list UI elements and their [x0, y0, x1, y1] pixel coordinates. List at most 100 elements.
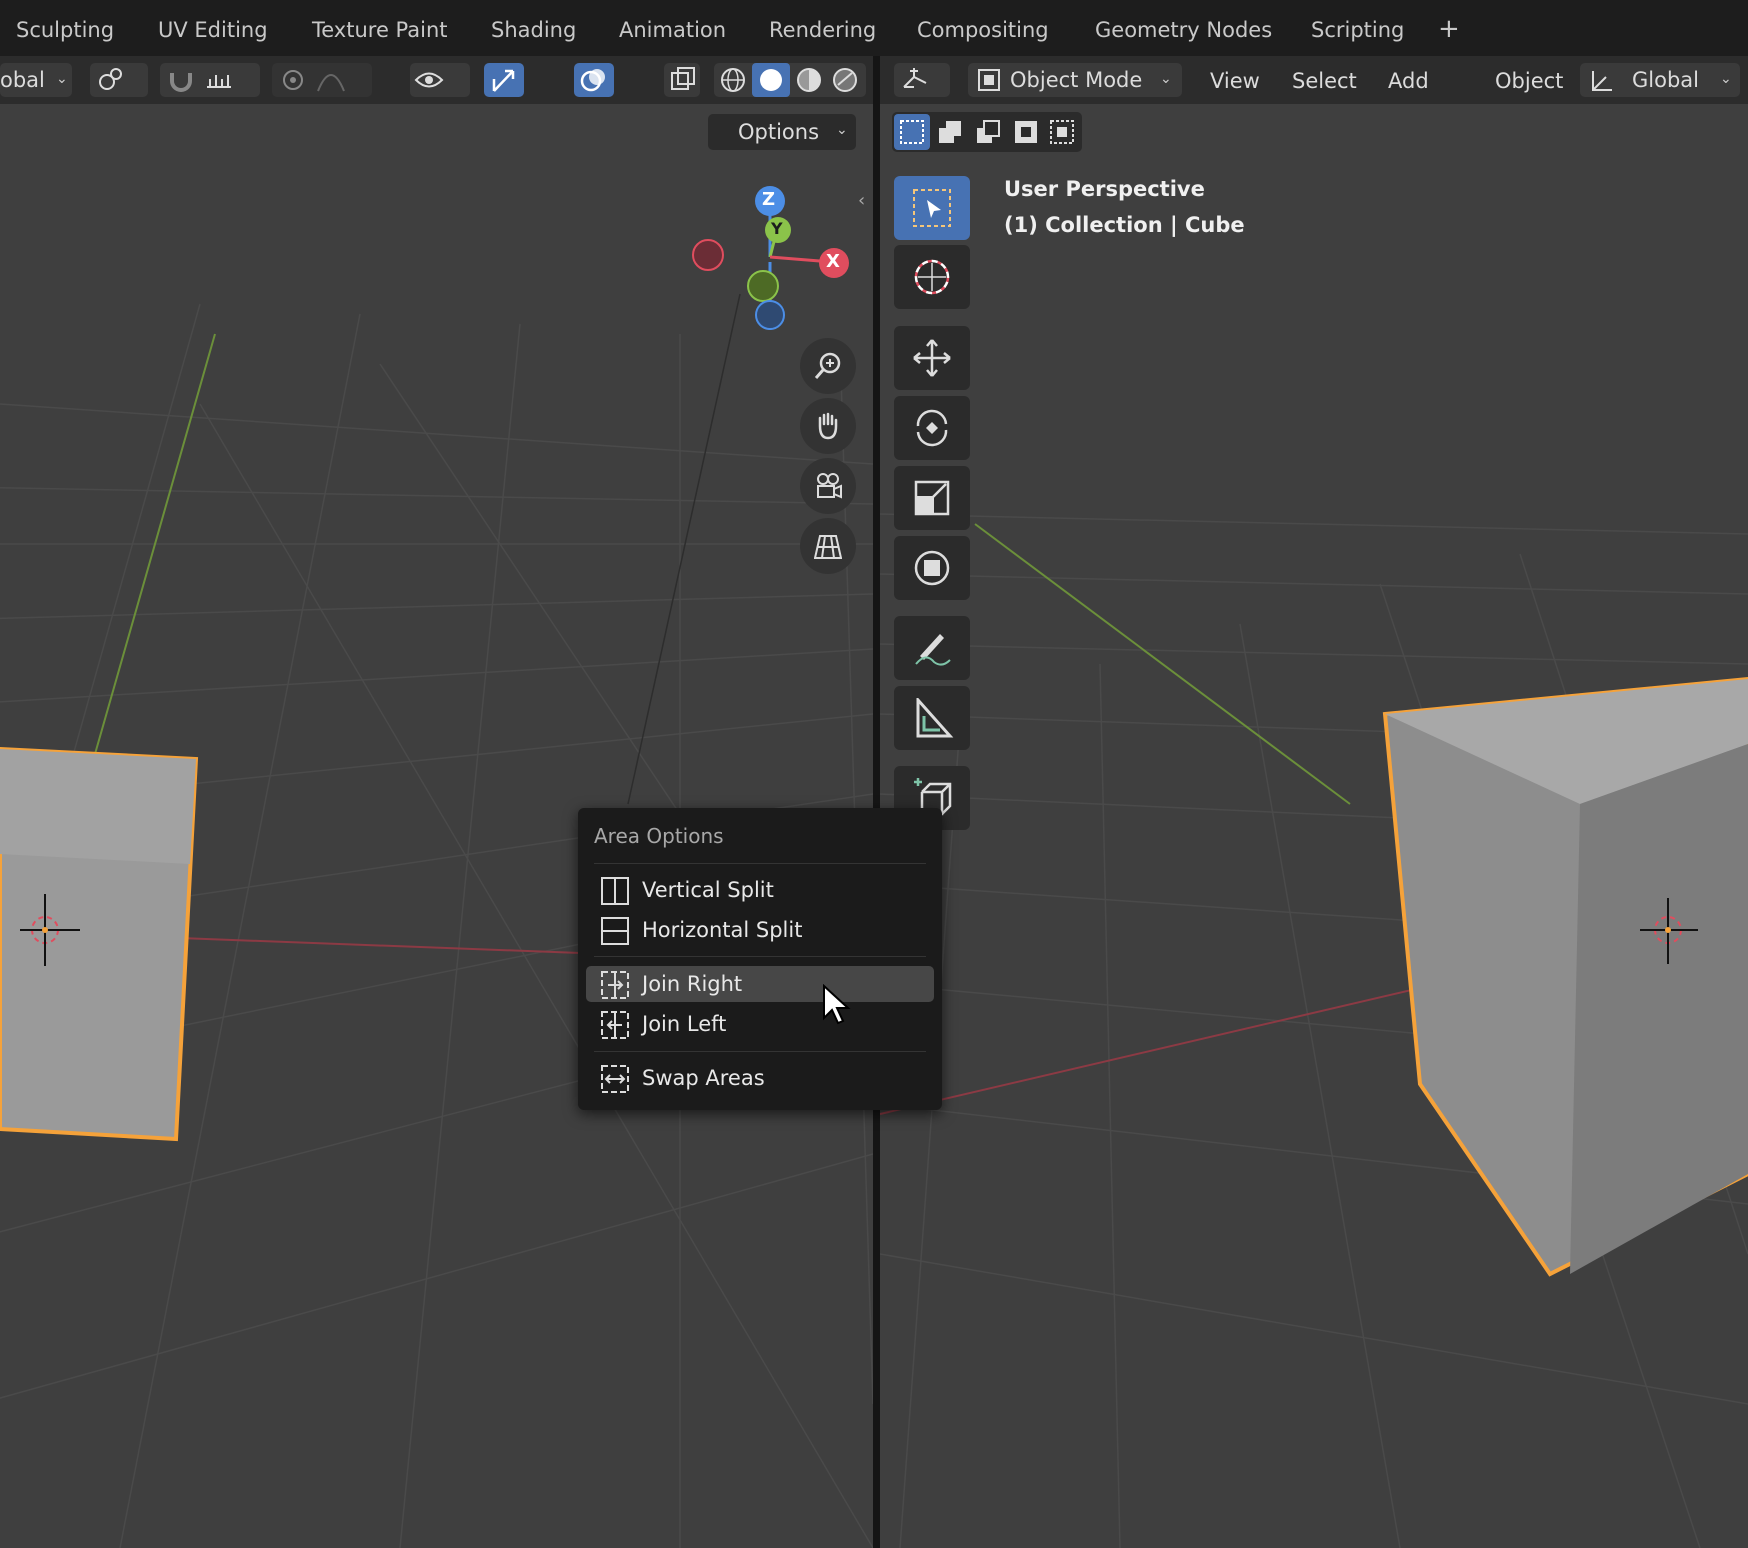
menu-item-label: Swap Areas	[642, 1066, 765, 1090]
join-right-icon	[601, 971, 629, 999]
pan-button[interactable]	[800, 398, 856, 454]
tool-cursor[interactable]	[894, 245, 970, 309]
proportional-edit[interactable]	[272, 63, 372, 97]
zoom-button[interactable]	[800, 338, 856, 394]
tab-texture-paint[interactable]: Texture Paint	[312, 18, 448, 42]
select-extend-icon[interactable]	[936, 118, 964, 146]
menu-add[interactable]: Add	[1388, 69, 1429, 93]
pivot-dropdown[interactable]	[90, 63, 148, 97]
gizmo-icon	[492, 69, 515, 92]
options-label: Options	[738, 120, 820, 144]
tab-scripting[interactable]: Scripting	[1311, 18, 1404, 42]
xray-toggle[interactable]	[664, 63, 700, 97]
add-workspace-button[interactable]: +	[1438, 14, 1460, 44]
options-dropdown[interactable]: Options ⌄	[708, 114, 856, 150]
menu-item-label: Join Right	[642, 972, 743, 996]
orientation-icon	[1592, 71, 1612, 91]
measure-icon	[916, 698, 954, 738]
chevron-down-icon: ⌄	[836, 122, 848, 138]
menu-item-join-right[interactable]: Join Right	[586, 966, 934, 1002]
menu-item-vertical-split[interactable]: Vertical Split	[586, 872, 934, 908]
tab-rendering[interactable]: Rendering	[769, 18, 876, 42]
mouse-pointer-icon	[823, 984, 851, 1025]
menu-item-label: Horizontal Split	[642, 918, 803, 942]
tool-annotate[interactable]	[894, 616, 970, 680]
tab-animation[interactable]: Animation	[619, 18, 726, 42]
orientation-dropdown[interactable]: obal ⌄	[0, 63, 72, 97]
falloff-icon	[317, 74, 345, 92]
xray-icon	[671, 67, 695, 90]
select-box-icon	[913, 189, 951, 227]
snap-toggle[interactable]	[160, 63, 260, 97]
tab-compositing[interactable]: Compositing	[917, 18, 1049, 42]
gizmo-y-label: Y	[771, 219, 783, 238]
tool-scale[interactable]	[894, 466, 970, 530]
chevron-down-icon: ⌄	[1160, 71, 1172, 87]
select-subtract-icon[interactable]	[974, 118, 1002, 146]
camera-view-button[interactable]	[800, 458, 856, 514]
menu-item-label: Vertical Split	[642, 878, 774, 902]
workspace-tab-bar: Sculpting UV Editing Texture Paint Shadi…	[0, 0, 1748, 56]
magnet-icon	[170, 73, 192, 92]
shading-modes[interactable]	[714, 63, 866, 97]
join-left-icon	[601, 1011, 629, 1039]
right-viewport-scene	[880, 513, 1748, 1548]
solid-shading-icon	[760, 69, 782, 91]
solid-shading-button[interactable]	[752, 63, 790, 97]
tool-measure[interactable]	[894, 686, 970, 750]
right-viewport-header: Object Mode ⌄ View Select Add Object Glo…	[880, 56, 1748, 104]
select-new-icon	[900, 120, 924, 144]
transform-orientation-dropdown[interactable]: Global ⌄	[1580, 63, 1740, 97]
area-divider[interactable]	[873, 56, 880, 1548]
camera-icon	[817, 473, 842, 499]
mode-dropdown[interactable]: Object Mode ⌄	[968, 63, 1182, 97]
tab-uv-editing[interactable]: UV Editing	[158, 18, 268, 42]
vertical-split-icon	[601, 877, 629, 905]
select-intersect-icon[interactable]	[1048, 118, 1076, 146]
select-new-button[interactable]	[894, 114, 930, 150]
wireframe-shading-icon[interactable]	[718, 65, 748, 95]
right-3d-viewport[interactable]	[880, 104, 1748, 1548]
menu-select[interactable]: Select	[1292, 69, 1357, 93]
gizmo-z-label: Z	[762, 189, 776, 210]
material-shading-icon[interactable]	[794, 65, 824, 95]
menu-object[interactable]: Object	[1495, 69, 1563, 93]
tab-shading[interactable]: Shading	[491, 18, 576, 42]
object-mode-icon	[978, 69, 1000, 91]
ortho-toggle-button[interactable]	[800, 518, 856, 574]
rendered-shading-icon[interactable]	[830, 65, 860, 95]
menu-view[interactable]: View	[1210, 69, 1260, 93]
tab-sculpting[interactable]: Sculpting	[16, 18, 114, 42]
select-invert-icon[interactable]	[1012, 118, 1040, 146]
chevron-down-icon: ⌄	[56, 71, 68, 87]
left-viewport-header: obal ⌄	[0, 56, 873, 104]
snap-increment-icon	[207, 75, 231, 88]
grid-perspective-icon	[814, 535, 842, 559]
overlays-icon	[580, 69, 605, 92]
gizmo-toggle[interactable]	[484, 63, 524, 97]
tool-select-box[interactable]	[894, 176, 970, 240]
transform-icon	[914, 550, 950, 586]
proportional-icon	[283, 70, 303, 90]
editor-type-dropdown[interactable]	[894, 63, 950, 97]
tab-geometry-nodes[interactable]: Geometry Nodes	[1095, 18, 1272, 42]
orientation-label: obal	[0, 68, 45, 92]
collapse-sidebar-icon[interactable]: ‹	[858, 190, 865, 211]
menu-item-label: Join Left	[642, 1012, 727, 1036]
zoom-icon	[814, 352, 841, 379]
rotate-icon	[916, 409, 948, 447]
horizontal-split-icon	[601, 917, 629, 945]
annotate-icon	[915, 634, 951, 666]
overlays-toggle[interactable]	[574, 63, 614, 97]
tool-move[interactable]	[894, 326, 970, 390]
area-options-menu: Area Options Vertical Split Horizontal S…	[578, 808, 942, 1110]
hand-icon	[818, 412, 838, 440]
visibility-dropdown[interactable]	[410, 63, 470, 97]
menu-item-swap-areas[interactable]: Swap Areas	[586, 1060, 934, 1096]
chevron-down-icon: ⌄	[1720, 71, 1732, 87]
tool-transform[interactable]	[894, 536, 970, 600]
menu-item-horizontal-split[interactable]: Horizontal Split	[586, 912, 934, 948]
tool-rotate[interactable]	[894, 396, 970, 460]
menu-separator	[594, 1051, 926, 1052]
menu-item-join-left[interactable]: Join Left	[586, 1006, 934, 1042]
